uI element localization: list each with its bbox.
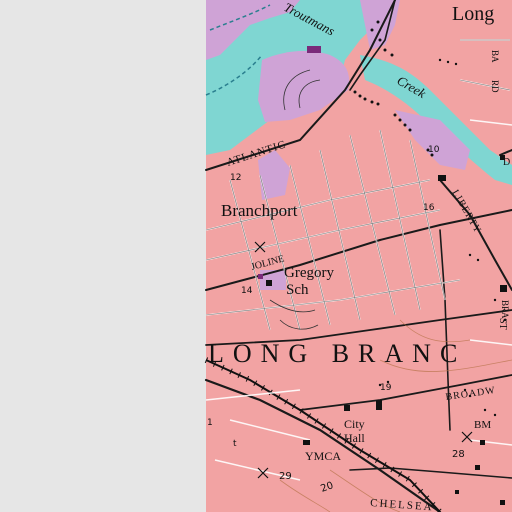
- elev-14: 14: [241, 286, 253, 296]
- label-sch: Sch: [286, 282, 309, 298]
- elev-1: 1: [207, 418, 213, 428]
- label-gregory: Gregory: [284, 265, 334, 281]
- elev-16: 16: [423, 203, 435, 213]
- elev-19: 19: [380, 383, 392, 393]
- label-ba: BA: [490, 50, 500, 63]
- label-ymca: YMCA: [305, 449, 341, 463]
- label-st: ST: [497, 318, 508, 330]
- label-rd: RD: [490, 80, 500, 93]
- blank-margin: [0, 0, 206, 512]
- label-d: D: [503, 157, 510, 168]
- elev-10: 10: [428, 145, 440, 155]
- topographic-map: Long Troutmans Creek ATLANTIC Branchport…: [0, 0, 512, 512]
- label-hall: Hall: [344, 431, 365, 445]
- elev-29: 29: [279, 471, 292, 482]
- elev-t: t: [233, 439, 237, 449]
- label-branchport: Branchport: [221, 201, 298, 220]
- elev-12: 12: [230, 173, 241, 183]
- label-long-top: Long: [452, 3, 494, 25]
- label-city: City: [344, 417, 365, 431]
- elev-28: 28: [452, 449, 465, 460]
- label-bra: BRA: [500, 300, 510, 319]
- label-long-branch: LONG BRANC: [208, 339, 466, 368]
- label-bm: BM: [474, 419, 491, 431]
